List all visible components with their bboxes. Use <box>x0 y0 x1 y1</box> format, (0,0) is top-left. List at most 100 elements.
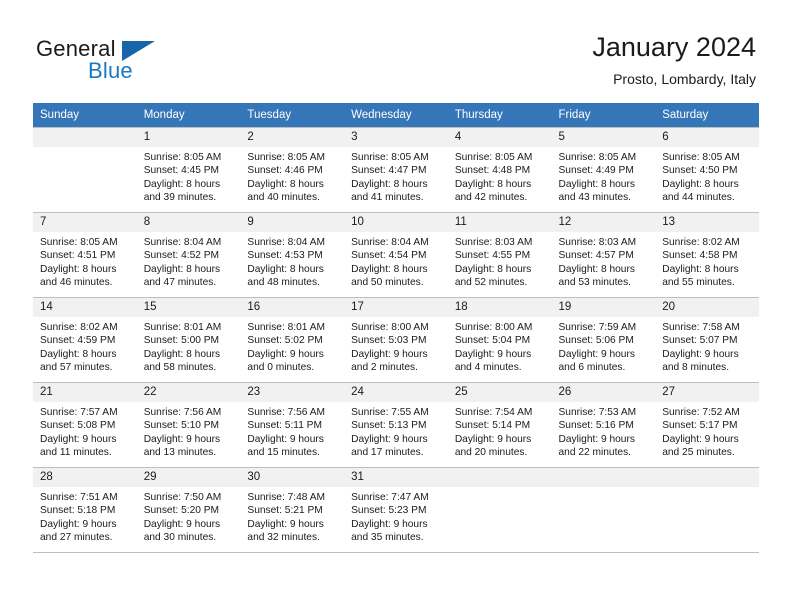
day-detail-line: Sunset: 4:57 PM <box>558 250 634 262</box>
day-cell-inner: 1 Sunrise: 8:05 AM Sunset: 4:45 PM Daylight… <box>136 128 241 212</box>
day-detail-line: and 17 minutes. <box>351 447 424 459</box>
day-detail-line: Sunset: 5:06 PM <box>558 335 634 347</box>
day-cell-inner <box>551 468 656 552</box>
day-detail-lines: Sunrise: 8:00 AM Sunset: 5:04 PM Daylight:… <box>448 317 552 375</box>
day-detail-line: and 42 minutes. <box>454 192 528 204</box>
calendar-day-cell[interactable]: 23 Sunrise: 7:56 AM Sunset: 5:11 PM Dayligh… <box>240 382 345 468</box>
weekday-header-friday: Friday <box>551 103 656 128</box>
calendar-day-cell[interactable]: 17 Sunrise: 8:00 AM Sunset: 5:03 PM Dayligh… <box>344 297 448 383</box>
calendar-day-cell[interactable]: 13 Sunrise: 8:02 AM Sunset: 4:58 PM Dayligh… <box>655 212 759 298</box>
day-detail-line: and 20 minutes. <box>454 447 528 459</box>
calendar-page: General Blue January 2024 Prosto, Lombar… <box>0 0 792 612</box>
day-cell-inner <box>655 468 759 552</box>
day-detail-line: Sunrise: 8:02 AM <box>662 237 740 248</box>
day-detail-line: Sunset: 5:00 PM <box>143 335 220 347</box>
calendar-day-cell[interactable]: 7 Sunrise: 8:05 AM Sunset: 4:51 PM Daylight… <box>33 212 137 298</box>
day-detail-line: Daylight: 8 hours <box>558 178 635 190</box>
day-cell-inner: 13 Sunrise: 8:02 AM Sunset: 4:58 PM Dayligh… <box>655 213 759 297</box>
day-detail-line: Sunset: 5:20 PM <box>143 505 220 517</box>
day-detail-line: Daylight: 9 hours <box>558 348 635 360</box>
day-detail-line: Sunset: 4:58 PM <box>662 250 738 262</box>
day-detail-line: Sunset: 5:07 PM <box>662 335 738 347</box>
calendar-day-cell[interactable]: 1 Sunrise: 8:05 AM Sunset: 4:45 PM Daylight… <box>136 127 241 213</box>
day-detail-lines: Sunrise: 7:55 AM Sunset: 5:13 PM Daylight:… <box>344 402 448 460</box>
calendar-day-cell[interactable]: 19 Sunrise: 7:59 AM Sunset: 5:06 PM Dayligh… <box>551 297 656 383</box>
day-detail-line: and 27 minutes. <box>40 532 113 544</box>
calendar-day-cell[interactable]: 21 Sunrise: 7:57 AM Sunset: 5:08 PM Dayligh… <box>33 382 137 468</box>
day-number: 1 <box>136 128 241 147</box>
day-detail-line: Sunset: 5:16 PM <box>558 420 634 432</box>
brand-name-blue: Blue <box>88 58 133 83</box>
day-detail-line: Sunrise: 8:02 AM <box>40 322 118 333</box>
calendar-day-cell[interactable]: 28 Sunrise: 7:51 AM Sunset: 5:18 PM Dayligh… <box>33 467 137 553</box>
title-block: January 2024 Prosto, Lombardy, Italy <box>592 30 756 89</box>
day-detail-lines: Sunrise: 8:05 AM Sunset: 4:50 PM Daylight:… <box>655 147 759 205</box>
day-detail-lines: Sunrise: 7:52 AM Sunset: 5:17 PM Daylight:… <box>655 402 759 460</box>
calendar-day-cell[interactable]: 22 Sunrise: 7:56 AM Sunset: 5:10 PM Dayligh… <box>136 382 241 468</box>
calendar-day-cell[interactable]: 15 Sunrise: 8:01 AM Sunset: 5:00 PM Dayligh… <box>136 297 241 383</box>
day-detail-lines: Sunrise: 8:05 AM Sunset: 4:45 PM Daylight:… <box>137 147 241 205</box>
calendar-day-cell[interactable]: 20 Sunrise: 7:58 AM Sunset: 5:07 PM Dayligh… <box>655 297 759 383</box>
day-detail-line: and 48 minutes. <box>247 277 320 289</box>
day-number: 13 <box>655 213 759 232</box>
calendar-day-cell[interactable]: 24 Sunrise: 7:55 AM Sunset: 5:13 PM Dayligh… <box>344 382 448 468</box>
calendar-day-cell[interactable]: 27 Sunrise: 7:52 AM Sunset: 5:17 PM Dayligh… <box>655 382 759 468</box>
day-detail-line: and 22 minutes. <box>558 447 632 459</box>
day-detail-line: and 55 minutes. <box>662 277 735 289</box>
day-detail-line: Sunrise: 8:03 AM <box>558 237 637 248</box>
calendar-day-cell[interactable]: 29 Sunrise: 7:50 AM Sunset: 5:20 PM Dayligh… <box>136 467 241 553</box>
calendar-day-cell[interactable]: 4 Sunrise: 8:05 AM Sunset: 4:48 PM Daylight… <box>447 127 552 213</box>
day-cell-inner <box>33 128 137 212</box>
calendar-day-cell[interactable]: 31 Sunrise: 7:47 AM Sunset: 5:23 PM Dayligh… <box>344 467 448 553</box>
day-number: 11 <box>447 213 552 232</box>
day-detail-line: and 50 minutes. <box>351 277 424 289</box>
calendar-day-cell[interactable]: 10 Sunrise: 8:04 AM Sunset: 4:54 PM Dayligh… <box>344 212 448 298</box>
calendar-day-cell[interactable]: 12 Sunrise: 8:03 AM Sunset: 4:57 PM Dayligh… <box>551 212 656 298</box>
calendar-week-row: 21 Sunrise: 7:57 AM Sunset: 5:08 PM Dayligh… <box>33 382 759 468</box>
calendar-day-cell[interactable]: 5 Sunrise: 8:05 AM Sunset: 4:49 PM Daylight… <box>551 127 656 213</box>
brand-logo[interactable]: General Blue <box>36 36 186 86</box>
calendar-day-cell[interactable]: 26 Sunrise: 7:53 AM Sunset: 5:16 PM Dayligh… <box>551 382 656 468</box>
calendar-day-cell[interactable]: 2 Sunrise: 8:05 AM Sunset: 4:46 PM Daylight… <box>240 127 345 213</box>
day-detail-line: Daylight: 9 hours <box>454 433 532 445</box>
day-number <box>447 468 552 487</box>
calendar-day-cell[interactable]: 18 Sunrise: 8:00 AM Sunset: 5:04 PM Dayligh… <box>447 297 552 383</box>
calendar-day-cell[interactable]: 9 Sunrise: 8:04 AM Sunset: 4:53 PM Daylight… <box>240 212 345 298</box>
day-detail-line: Sunset: 4:49 PM <box>558 165 634 177</box>
day-detail-line: Sunset: 5:10 PM <box>143 420 220 432</box>
calendar-day-cell[interactable]: 8 Sunrise: 8:04 AM Sunset: 4:52 PM Daylight… <box>136 212 241 298</box>
calendar-body: 1 Sunrise: 8:05 AM Sunset: 4:45 PM Daylight… <box>33 127 759 553</box>
day-cell-inner: 28 Sunrise: 7:51 AM Sunset: 5:18 PM Dayligh… <box>33 468 137 552</box>
day-detail-line: Sunset: 5:21 PM <box>247 505 323 517</box>
day-number: 12 <box>551 213 656 232</box>
day-detail-lines: Sunrise: 8:03 AM Sunset: 4:55 PM Daylight:… <box>448 232 552 290</box>
day-number: 14 <box>33 298 137 317</box>
day-detail-lines: Sunrise: 7:56 AM Sunset: 5:10 PM Daylight:… <box>137 402 241 460</box>
day-cell-inner: 11 Sunrise: 8:03 AM Sunset: 4:55 PM Dayligh… <box>447 213 552 297</box>
day-detail-line: Sunrise: 7:48 AM <box>247 492 325 503</box>
day-detail-line: Sunset: 5:11 PM <box>247 420 322 432</box>
day-detail-line: and 58 minutes. <box>143 362 217 374</box>
calendar-day-cell[interactable]: 14 Sunrise: 8:02 AM Sunset: 4:59 PM Dayligh… <box>33 297 137 383</box>
day-number: 24 <box>344 383 448 402</box>
day-detail-line: Sunset: 5:14 PM <box>454 420 531 432</box>
day-detail-line: Sunset: 5:23 PM <box>351 505 427 517</box>
calendar-day-cell[interactable]: 25 Sunrise: 7:54 AM Sunset: 5:14 PM Dayligh… <box>447 382 552 468</box>
calendar-day-cell[interactable]: 11 Sunrise: 8:03 AM Sunset: 4:55 PM Dayligh… <box>447 212 552 298</box>
day-detail-line: Daylight: 9 hours <box>247 433 324 445</box>
calendar-day-cell[interactable]: 30 Sunrise: 7:48 AM Sunset: 5:21 PM Dayligh… <box>240 467 345 553</box>
day-detail-line: and 40 minutes. <box>247 192 320 204</box>
day-detail-line: and 15 minutes. <box>247 447 320 459</box>
calendar-day-cell[interactable]: 16 Sunrise: 8:01 AM Sunset: 5:02 PM Dayligh… <box>240 297 345 383</box>
day-detail-line: Sunrise: 8:03 AM <box>454 237 533 248</box>
day-detail-lines: Sunrise: 8:02 AM Sunset: 4:58 PM Daylight:… <box>655 232 759 290</box>
weekday-header-tuesday: Tuesday <box>240 103 345 128</box>
day-detail-lines: Sunrise: 8:01 AM Sunset: 5:02 PM Daylight:… <box>240 317 344 375</box>
day-detail-lines: Sunrise: 7:59 AM Sunset: 5:06 PM Daylight:… <box>552 317 656 375</box>
day-detail-line: Sunset: 4:53 PM <box>247 250 323 262</box>
day-cell-inner: 3 Sunrise: 8:05 AM Sunset: 4:47 PM Daylight… <box>344 128 448 212</box>
calendar-day-cell[interactable]: 3 Sunrise: 8:05 AM Sunset: 4:47 PM Daylight… <box>344 127 448 213</box>
day-number: 17 <box>344 298 448 317</box>
day-cell-inner: 18 Sunrise: 8:00 AM Sunset: 5:04 PM Dayligh… <box>447 298 552 382</box>
calendar-day-cell[interactable]: 6 Sunrise: 8:05 AM Sunset: 4:50 PM Daylight… <box>655 127 759 213</box>
